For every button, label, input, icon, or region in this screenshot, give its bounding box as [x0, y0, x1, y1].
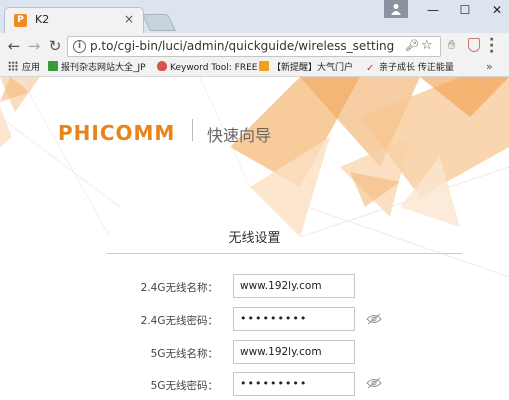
bookmarks-bar: 应用 报刊杂志网站大全_JP Keyword Tool: FREE 【新提醒】大… — [0, 60, 509, 77]
maximize-button[interactable]: ☐ — [449, 0, 481, 22]
minimize-button[interactable]: — — [417, 0, 449, 22]
close-window-button[interactable]: ✕ — [481, 0, 509, 22]
browser-titlebar: P K2 × — ☐ ✕ — [0, 0, 509, 33]
ssid-24g-input[interactable]: www.192ly.com — [233, 274, 355, 298]
back-button[interactable]: ← — [4, 36, 24, 56]
reload-button[interactable]: ↻ — [45, 36, 65, 56]
section-title: 无线设置 — [228, 231, 281, 246]
forward-button[interactable]: → — [24, 36, 44, 56]
bookmark-hat-icon — [259, 61, 269, 71]
hide-password-24g-icon[interactable] — [366, 313, 382, 325]
extension-hand-icon[interactable]: ✋︎ — [448, 38, 455, 53]
hide-password-5g-icon[interactable] — [366, 377, 382, 389]
ssid-24g-label: 2.4G无线名称： — [140, 282, 218, 294]
tab-title: K2 — [35, 13, 50, 26]
section-divider — [107, 253, 462, 254]
user-icon — [391, 4, 401, 15]
bookmarks-overflow-button[interactable]: » — [486, 60, 493, 73]
bookmark-item[interactable]: 【新提醒】大气门户 — [259, 61, 353, 76]
password-5g-label: 5G无线密码： — [150, 380, 218, 392]
ssid-5g-label: 5G无线名称： — [150, 348, 218, 360]
browser-tab[interactable]: P K2 × — [4, 7, 144, 33]
browser-menu-icon[interactable]: · · · — [489, 33, 494, 59]
tab-close-icon[interactable]: × — [124, 12, 134, 26]
browser-toolbar: ← → ↻ i p.to/cgi-bin/luci/admin/quickgui… — [0, 33, 509, 60]
phicomm-favicon-icon: P — [14, 14, 27, 27]
password-24g-input[interactable]: ••••••••• — [233, 307, 355, 331]
bookmark-item[interactable]: 报刊杂志网站大全_JP — [48, 61, 146, 76]
bookmark-c-icon — [48, 61, 58, 71]
bookmark-flame-icon — [157, 61, 167, 71]
url-text[interactable]: p.to/cgi-bin/luci/admin/quickguide/wirel… — [90, 39, 394, 53]
bookmark-item[interactable]: Keyword Tool: FREE — [157, 61, 257, 76]
address-bar[interactable]: i p.to/cgi-bin/luci/admin/quickguide/wir… — [67, 36, 441, 57]
bookmark-apps[interactable]: 应用 — [8, 61, 40, 76]
router-quickguide-page: PHICOMM 快速向导 无线设置 2.4G无线名称： www.192ly.co… — [0, 77, 509, 400]
extension-shield-icon[interactable] — [468, 38, 480, 52]
bookmark-check-icon: ✓ — [366, 63, 375, 74]
logo-subtitle: 快速向导 — [207, 126, 272, 145]
password-5g-input[interactable]: ••••••••• — [233, 372, 355, 396]
password-24g-label: 2.4G无线密码： — [140, 315, 218, 327]
bookmark-star-icon[interactable]: ☆ — [421, 38, 433, 53]
key-icon[interactable]: 🔑︎ — [405, 39, 419, 52]
new-tab-button[interactable] — [142, 14, 176, 31]
phicomm-logo: PHICOMM — [58, 121, 176, 145]
decorative-background — [0, 77, 509, 278]
profile-button[interactable] — [384, 0, 408, 18]
site-info-icon[interactable]: i — [73, 40, 86, 53]
apps-grid-icon — [8, 61, 18, 71]
logo-divider — [192, 119, 193, 141]
bookmark-item[interactable]: ✓ 亲子成长 传正能量 — [366, 61, 454, 76]
ssid-5g-input[interactable]: www.192ly.com — [233, 340, 355, 364]
